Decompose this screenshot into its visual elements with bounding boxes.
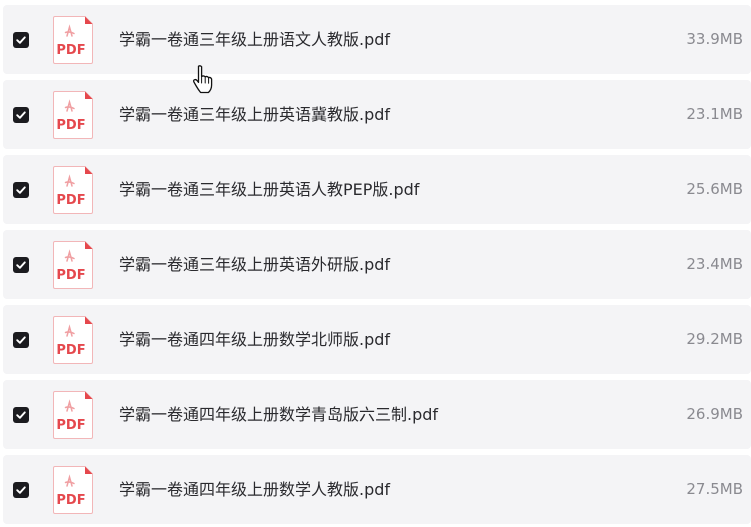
file-name[interactable]: 学霸一卷通四年级上册数学北师版.pdf — [119, 305, 390, 374]
pdf-file-icon: PDF — [53, 16, 93, 64]
file-size: 27.5MB — [686, 480, 743, 498]
pdf-badge: PDF — [56, 343, 85, 358]
checkmark-icon — [16, 36, 26, 44]
checkmark-icon — [16, 336, 26, 344]
file-row[interactable]: PDF 学霸一卷通四年级上册数学北师版.pdf 29.2MB — [3, 305, 751, 374]
pdf-file-icon: PDF — [53, 91, 93, 139]
pdf-badge: PDF — [56, 118, 85, 133]
file-checkbox[interactable] — [13, 182, 29, 198]
file-size: 26.9MB — [686, 405, 743, 423]
pdf-badge: PDF — [56, 43, 85, 58]
file-row[interactable]: PDF 学霸一卷通三年级上册英语人教PEP版.pdf 25.6MB — [3, 155, 751, 224]
file-size: 33.9MB — [686, 30, 743, 48]
pdf-file-icon: PDF — [53, 166, 93, 214]
pdf-file-icon: PDF — [53, 316, 93, 364]
file-size: 23.4MB — [686, 255, 743, 273]
file-name[interactable]: 学霸一卷通三年级上册英语人教PEP版.pdf — [119, 155, 419, 224]
pdf-badge: PDF — [56, 193, 85, 208]
checkmark-icon — [16, 111, 26, 119]
pdf-badge: PDF — [56, 418, 85, 433]
file-size: 25.6MB — [686, 180, 743, 198]
checkmark-icon — [16, 186, 26, 194]
file-name[interactable]: 学霸一卷通四年级上册数学青岛版六三制.pdf — [119, 380, 438, 449]
checkmark-icon — [16, 411, 26, 419]
pdf-file-icon: PDF — [53, 391, 93, 439]
file-checkbox[interactable] — [13, 32, 29, 48]
file-name[interactable]: 学霸一卷通三年级上册英语外研版.pdf — [119, 230, 390, 299]
file-checkbox[interactable] — [13, 407, 29, 423]
file-checkbox[interactable] — [13, 107, 29, 123]
file-list: PDF 学霸一卷通三年级上册语文人教版.pdf 33.9MB PDF 学霸一卷通… — [0, 0, 751, 527]
pdf-file-icon: PDF — [53, 466, 93, 514]
file-name[interactable]: 学霸一卷通四年级上册数学人教版.pdf — [119, 455, 390, 524]
pdf-badge: PDF — [56, 493, 85, 508]
file-name[interactable]: 学霸一卷通三年级上册英语冀教版.pdf — [119, 80, 390, 149]
checkmark-icon — [16, 486, 26, 494]
file-row[interactable]: PDF 学霸一卷通三年级上册语文人教版.pdf 33.9MB — [3, 5, 751, 74]
file-name[interactable]: 学霸一卷通三年级上册语文人教版.pdf — [119, 5, 390, 74]
file-checkbox[interactable] — [13, 482, 29, 498]
file-row[interactable]: PDF 学霸一卷通四年级上册数学青岛版六三制.pdf 26.9MB — [3, 380, 751, 449]
file-checkbox[interactable] — [13, 332, 29, 348]
file-row[interactable]: PDF 学霸一卷通三年级上册英语外研版.pdf 23.4MB — [3, 230, 751, 299]
file-row[interactable]: PDF 学霸一卷通四年级上册数学人教版.pdf 27.5MB — [3, 455, 751, 524]
checkmark-icon — [16, 261, 26, 269]
pdf-file-icon: PDF — [53, 241, 93, 289]
file-size: 23.1MB — [686, 105, 743, 123]
file-checkbox[interactable] — [13, 257, 29, 273]
file-row[interactable]: PDF 学霸一卷通三年级上册英语冀教版.pdf 23.1MB — [3, 80, 751, 149]
file-size: 29.2MB — [686, 330, 743, 348]
pdf-badge: PDF — [56, 268, 85, 283]
